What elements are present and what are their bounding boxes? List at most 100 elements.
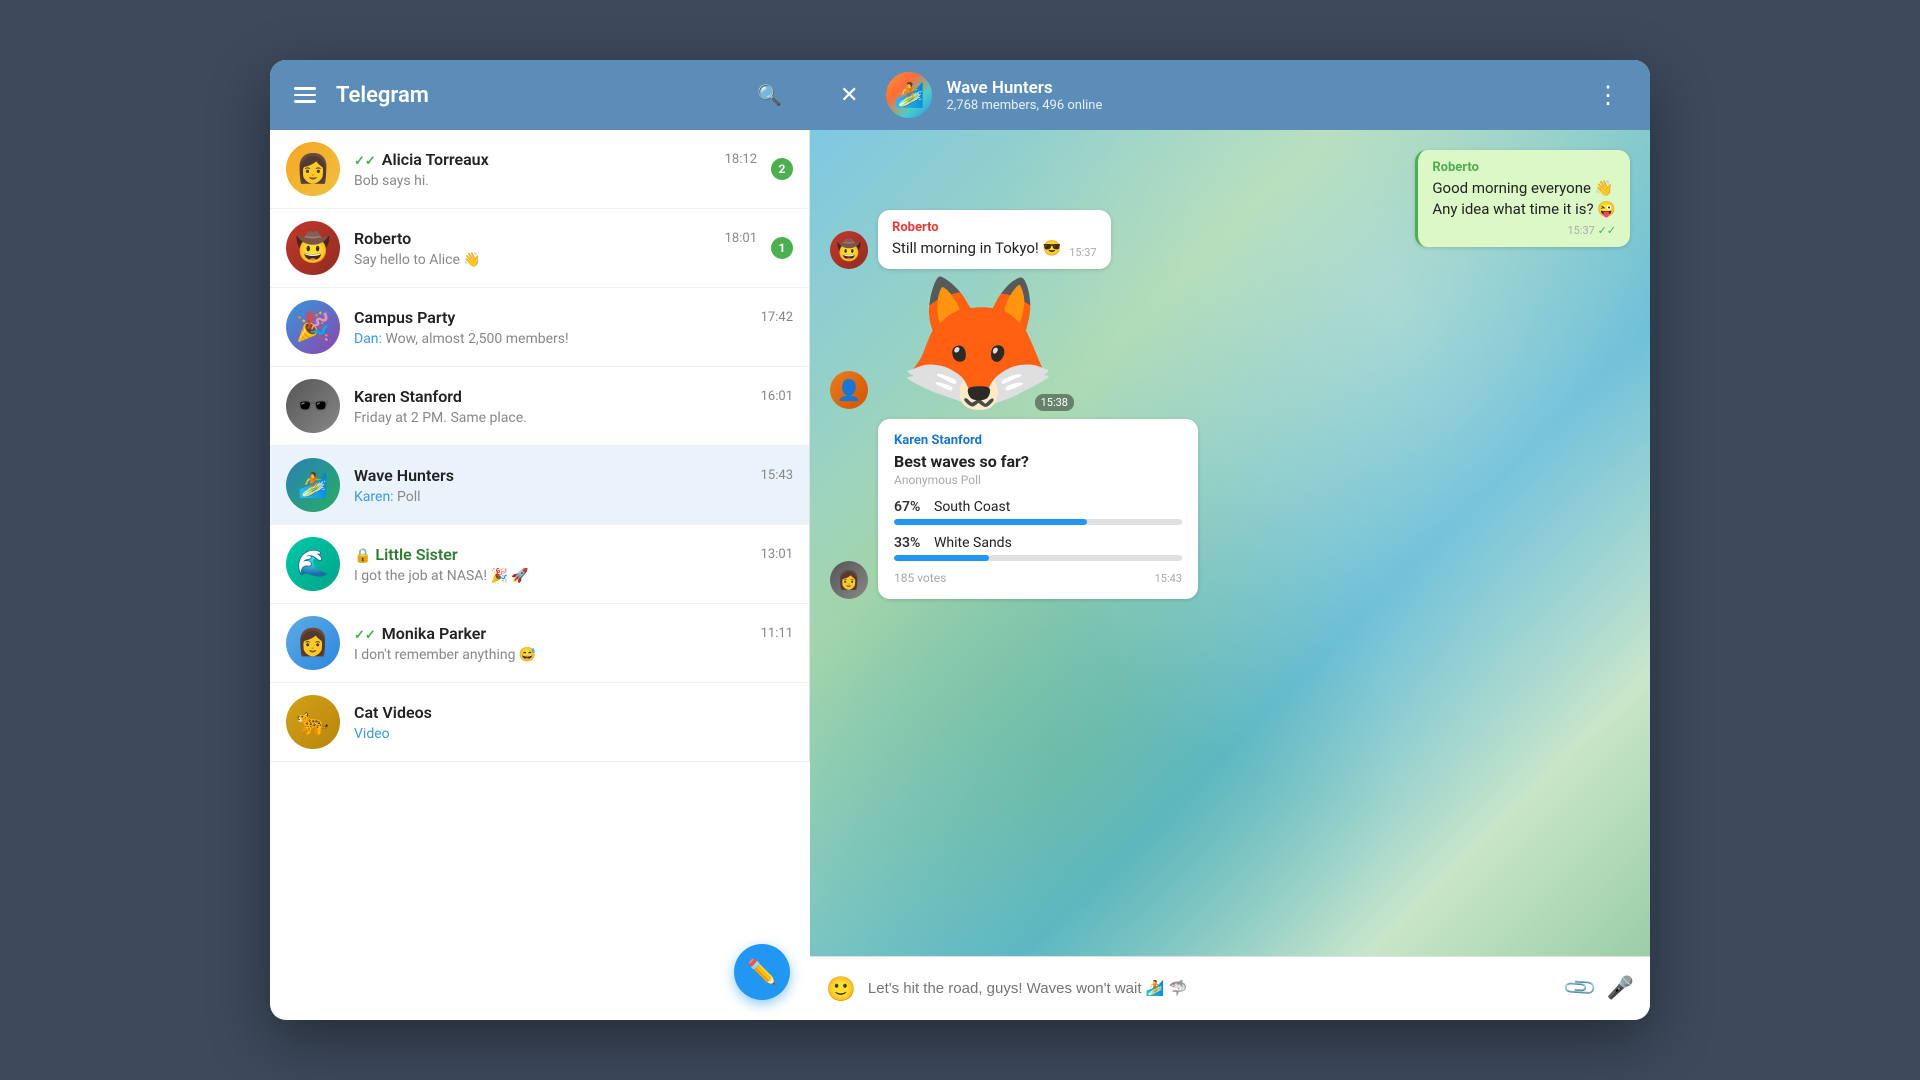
chat-item-msg: Dan: Wow, almost 2,500 members! xyxy=(354,331,793,347)
app-title: Telegram xyxy=(336,83,733,108)
chat-item-name: Cat Videos xyxy=(354,703,432,722)
chat-item-msg: I don't remember anything 😅 xyxy=(354,647,793,663)
sidebar-wrapper: 👩 ✓✓ Alicia Torreaux 18:12 Bob says hi. … xyxy=(270,130,810,1020)
compose-button[interactable]: ✏️ xyxy=(734,944,790,1000)
chat-item-name: ✓✓ Monika Parker xyxy=(354,624,486,643)
chat-item-info: ✓✓ Monika Parker 11:11 I don't remember … xyxy=(354,624,793,663)
poll-option: 67% South Coast xyxy=(894,499,1182,525)
chat-item-info: Cat Videos Video xyxy=(354,703,793,742)
unread-badge: 2 xyxy=(771,158,793,180)
chat-item-name: Roberto xyxy=(354,229,411,248)
chat-item-time: 18:01 xyxy=(725,231,757,246)
emoji-button[interactable]: 🙂 xyxy=(826,975,856,1003)
chat-item-name: 🔒 Little Sister xyxy=(354,545,458,564)
sticker-message: 🦊 15:38 xyxy=(878,279,1078,409)
avatar: 👩 xyxy=(286,616,340,670)
msg-time: 15:37 xyxy=(1069,246,1096,259)
poll-pct: 67% xyxy=(894,499,926,515)
chat-item-time: 16:01 xyxy=(761,389,793,404)
incoming-bubble: Roberto Still morning in Tokyo! 😎 15:37 xyxy=(878,210,1111,269)
msg-time: 15:37 ✓✓ xyxy=(1432,224,1616,237)
sticker-time: 15:38 xyxy=(1035,394,1074,411)
list-item[interactable]: 🤠 Roberto 18:01 Say hello to Alice 👋 1 xyxy=(270,209,809,288)
poll-type: Anonymous Poll xyxy=(894,473,1182,487)
poll-option-label: White Sands xyxy=(934,535,1012,551)
poll-bar-fill xyxy=(894,519,1087,525)
poll-bar-fill xyxy=(894,555,989,561)
avatar: 🤠 xyxy=(286,221,340,275)
chat-item-name: Karen Stanford xyxy=(354,387,462,406)
chat-item-msg: Bob says hi. xyxy=(354,173,757,189)
sidebar: 👩 ✓✓ Alicia Torreaux 18:12 Bob says hi. … xyxy=(270,130,810,762)
avatar: 🌊 xyxy=(286,537,340,591)
message-row: 👤 🦊 15:38 xyxy=(830,279,1078,409)
chat-header: ✕ 🏄 Wave Hunters 2,768 members, 496 onli… xyxy=(810,72,1650,118)
outgoing-message-bubble: Roberto Good morning everyone 👋Any idea … xyxy=(1415,150,1630,247)
chat-item-info: 🔒 Little Sister 13:01 I got the job at N… xyxy=(354,545,793,584)
main-content: 👩 ✓✓ Alicia Torreaux 18:12 Bob says hi. … xyxy=(270,130,1650,1020)
microphone-button[interactable]: 🎤 xyxy=(1607,976,1634,1001)
poll-time: 15:43 xyxy=(1155,572,1182,585)
attach-button[interactable]: 📎 xyxy=(1562,970,1599,1007)
chat-item-info: Campus Party 17:42 Dan: Wow, almost 2,50… xyxy=(354,308,793,347)
msg-text: Still morning in Tokyo! 😎 xyxy=(892,238,1061,259)
chat-item-name: Campus Party xyxy=(354,308,455,327)
main-header: Telegram 🔍 ✕ 🏄 Wave Hunters 2,768 member… xyxy=(270,60,1650,130)
chat-item-info: Wave Hunters 15:43 Karen: Poll xyxy=(354,466,793,505)
chat-item-msg: I got the job at NASA! 🎉 🚀 xyxy=(354,568,793,584)
list-item[interactable]: 🎉 Campus Party 17:42 Dan: Wow, almost 2,… xyxy=(270,288,809,367)
avatar: 🐆 xyxy=(286,695,340,749)
msg-text: Good morning everyone 👋Any idea what tim… xyxy=(1432,178,1616,220)
message-row: 👩 Karen Stanford Best waves so far? Anon… xyxy=(830,419,1198,599)
chat-item-msg: Karen: Poll xyxy=(354,489,793,505)
messages-container: 🤠 Roberto Still morning in Tokyo! 😎 15:3… xyxy=(810,130,1650,956)
chat-item-info: ✓✓ Alicia Torreaux 18:12 Bob says hi. xyxy=(354,150,757,189)
search-button[interactable]: 🔍 xyxy=(749,79,790,111)
poll-bar-track xyxy=(894,519,1182,525)
sidebar-header: Telegram 🔍 xyxy=(270,60,810,130)
msg-sender-name: Roberto xyxy=(892,220,1097,235)
message-row: 🤠 Roberto Still morning in Tokyo! 😎 15:3… xyxy=(830,210,1111,269)
avatar: 👤 xyxy=(830,371,868,409)
poll-bubble: Karen Stanford Best waves so far? Anonym… xyxy=(878,419,1198,599)
chat-avatar-header: 🏄 xyxy=(886,72,932,118)
chat-item-msg: Friday at 2 PM. Same place. xyxy=(354,410,793,426)
list-item[interactable]: 🌊 🔒 Little Sister 13:01 I got the job at… xyxy=(270,525,809,604)
list-item[interactable]: 🐆 Cat Videos Video xyxy=(270,683,809,762)
avatar: 🤠 xyxy=(830,231,868,269)
chat-item-info: Roberto 18:01 Say hello to Alice 👋 xyxy=(354,229,757,268)
sticker-emoji: 🦊 xyxy=(878,279,1078,409)
app-window: Telegram 🔍 ✕ 🏄 Wave Hunters 2,768 member… xyxy=(270,60,1650,1020)
poll-option-label: South Coast xyxy=(934,499,1010,515)
poll-footer: 185 votes 15:43 xyxy=(894,571,1182,585)
chat-members: 2,768 members, 496 online xyxy=(946,98,1572,113)
poll-title: Best waves so far? xyxy=(894,452,1182,471)
avatar: 🕶️ xyxy=(286,379,340,433)
poll-option: 33% White Sands xyxy=(894,535,1182,561)
msg-sender-name: Roberto xyxy=(1432,160,1616,175)
chat-item-msg: Video xyxy=(354,726,793,742)
message-input[interactable] xyxy=(868,980,1555,997)
chat-info: Wave Hunters 2,768 members, 496 online xyxy=(946,78,1572,113)
chat-item-name: ✓✓ Alicia Torreaux xyxy=(354,150,489,169)
input-bar: 🙂 📎 🎤 xyxy=(810,956,1650,1020)
poll-bar-track xyxy=(894,555,1182,561)
chat-item-time: 18:12 xyxy=(725,152,757,167)
poll-votes: 185 votes xyxy=(894,571,946,585)
list-item[interactable]: 👩 ✓✓ Alicia Torreaux 18:12 Bob says hi. … xyxy=(270,130,809,209)
chat-item-name: Wave Hunters xyxy=(354,466,454,485)
close-button[interactable]: ✕ xyxy=(830,79,868,112)
avatar: 👩 xyxy=(286,142,340,196)
poll-sender-name: Karen Stanford xyxy=(894,433,1182,448)
poll-pct: 33% xyxy=(894,535,926,551)
avatar: 🎉 xyxy=(286,300,340,354)
list-item[interactable]: 🕶️ Karen Stanford 16:01 Friday at 2 PM. … xyxy=(270,367,809,446)
list-item[interactable]: 👩 ✓✓ Monika Parker 11:11 I don't remembe… xyxy=(270,604,809,683)
chat-area: Roberto Good morning everyone 👋Any idea … xyxy=(810,130,1650,1020)
chat-item-time: 15:43 xyxy=(761,468,793,483)
avatar: 👩 xyxy=(830,561,868,599)
list-item[interactable]: 🏄 Wave Hunters 15:43 Karen: Poll xyxy=(270,446,809,525)
more-options-button[interactable]: ⋮ xyxy=(1586,77,1630,113)
unread-badge: 1 xyxy=(771,237,793,259)
hamburger-menu-icon[interactable] xyxy=(290,83,320,107)
